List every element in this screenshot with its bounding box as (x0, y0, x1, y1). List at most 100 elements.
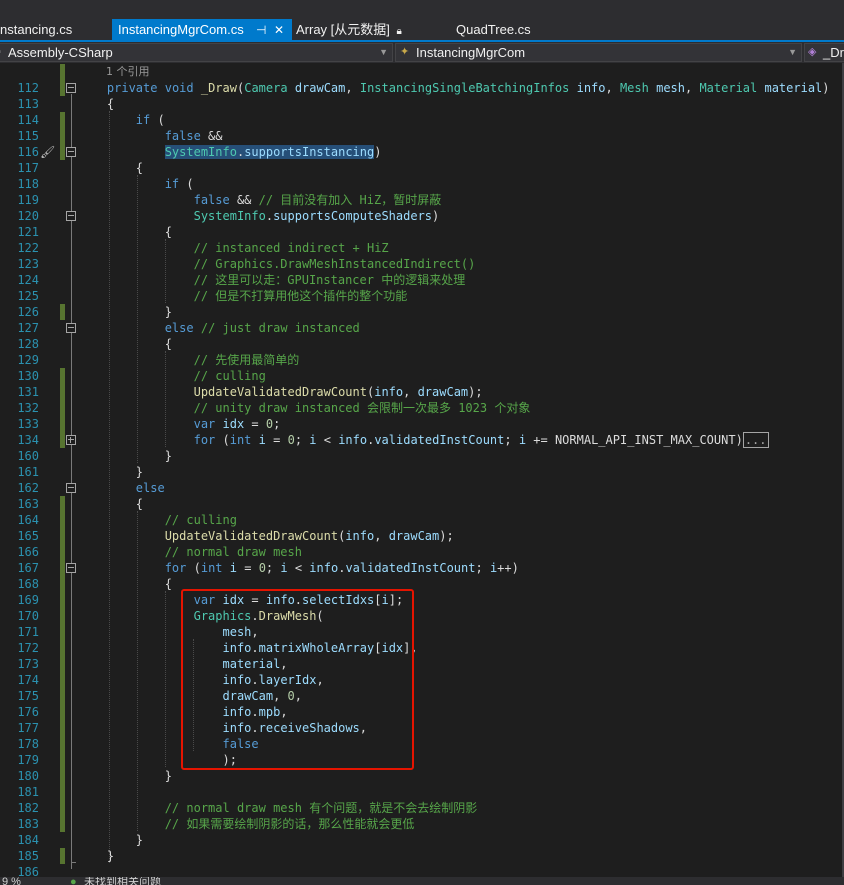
code-line: 117 { (0, 160, 844, 176)
change-marker (60, 512, 65, 528)
project-dropdown[interactable]: ▪ Assembly-CSharp ▼ (0, 43, 393, 62)
member-name: _Dra (823, 45, 844, 60)
change-marker (60, 592, 65, 608)
code-line: 169 var idx = info.selectIdxs[i]; (0, 592, 844, 608)
code-line: 174 info.layerIdx, (0, 672, 844, 688)
line-number: 120 (17, 209, 39, 223)
change-marker (60, 704, 65, 720)
fold-toggle[interactable] (66, 147, 76, 157)
code-line: 161 } (0, 464, 844, 480)
code-editor[interactable]: 1 个引用 112 private void _Draw(Camera draw… (0, 63, 844, 877)
code-line: 129 // 先使用最简单的 (0, 352, 844, 368)
fold-toggle[interactable] (66, 211, 76, 221)
editor-status-bar: 9 % ● 未找到相关问题 (0, 877, 844, 885)
change-marker (60, 128, 65, 144)
code-line: 166 // normal draw mesh (0, 544, 844, 560)
code-text: SystemInfo.supportsInstancing) (164, 145, 382, 159)
line-number: 173 (17, 657, 39, 671)
line-number: 161 (17, 465, 39, 479)
line-number: 163 (17, 497, 39, 511)
code-line: 183 // 如果需要绘制阴影的话，那么性能就会更低 (0, 816, 844, 832)
code-line: 167 for (int i = 0; i < info.validatedIn… (0, 560, 844, 576)
change-marker (60, 688, 65, 704)
line-number: 121 (17, 225, 39, 239)
code-line: 119 false && // 目前没有加入 HiZ，暂时屏蔽 (0, 192, 844, 208)
reference-count-codelens[interactable]: 1 个引用 (78, 64, 150, 80)
code-line: 160 } (0, 448, 844, 464)
change-marker (60, 816, 65, 832)
code-text: false && (164, 129, 223, 143)
line-number: 167 (17, 561, 39, 575)
tab-instancingmgrcom-cs[interactable]: InstancingMgrCom.cs ⊣ ✕ (112, 19, 292, 41)
pin-icon[interactable]: ⊣ (256, 19, 266, 41)
project-name: Assembly-CSharp (8, 45, 113, 60)
line-number: 164 (17, 513, 39, 527)
code-text: // 但是不打算用他这个插件的整个功能 (193, 289, 408, 303)
code-text: { (78, 225, 172, 239)
member-dropdown[interactable]: ◈ _Dra (804, 43, 844, 62)
code-line: 114 if ( (0, 112, 844, 128)
tab-quadtree-cs[interactable]: QuadTree.cs (452, 19, 572, 41)
issues-indicator[interactable]: 未找到相关问题 (84, 877, 161, 885)
change-marker (60, 752, 65, 768)
code-text: else // just draw instanced (164, 321, 360, 335)
code-text: { (78, 337, 172, 351)
code-line: 116 🖌︎ SystemInfo.supportsInstancing) (0, 144, 844, 160)
fold-toggle[interactable] (66, 483, 76, 493)
code-text: { (78, 161, 144, 175)
quick-actions-brush-icon[interactable]: 🖌︎ (40, 144, 55, 160)
code-line: 121 { (0, 224, 844, 240)
tab-instancing-cs[interactable]: nstancing.cs (0, 19, 112, 41)
change-marker (60, 720, 65, 736)
code-line: 113 { (0, 96, 844, 112)
document-tab-strip: nstancing.cs InstancingMgrCom.cs ⊣ ✕ Arr… (0, 0, 844, 42)
code-text: for (int i = 0; i < info.validatedInstCo… (164, 561, 519, 575)
close-icon[interactable]: ✕ (274, 19, 284, 41)
line-number: 176 (17, 705, 39, 719)
code-text: } (78, 305, 172, 319)
class-dropdown[interactable]: ✦ InstancingMgrCom ▼ (395, 43, 802, 62)
line-number: 131 (17, 385, 39, 399)
change-marker (60, 80, 65, 96)
code-text: } (78, 849, 115, 863)
line-number: 184 (17, 833, 39, 847)
chevron-down-icon: ▼ (788, 47, 797, 57)
code-line: 180 } (0, 768, 844, 784)
fold-toggle[interactable] (66, 83, 76, 93)
tab-array-metadata[interactable]: Array [从元数据] 🔒︎ (292, 19, 452, 41)
line-number: 114 (17, 113, 39, 127)
code-line: 131 UpdateValidatedDrawCount(info, drawC… (0, 384, 844, 400)
line-number: 122 (17, 241, 39, 255)
change-marker (60, 432, 65, 448)
highlight-annotation-box (181, 589, 414, 770)
fold-toggle[interactable] (66, 323, 76, 333)
line-number: 130 (17, 369, 39, 383)
line-number: 171 (17, 625, 39, 639)
code-text: // 这里可以走：GPUInstancer 中的逻辑来处理 (193, 273, 466, 287)
zoom-level[interactable]: 9 % (2, 877, 21, 885)
change-marker (60, 672, 65, 688)
line-number: 118 (17, 177, 39, 191)
expand-toggle[interactable] (66, 435, 76, 445)
change-marker (60, 800, 65, 816)
change-marker (60, 64, 65, 80)
line-number: 112 (17, 81, 39, 95)
fold-toggle[interactable] (66, 563, 76, 573)
code-line: 163 { (0, 496, 844, 512)
code-text: private void _Draw(Camera drawCam, Insta… (106, 81, 830, 95)
code-text: // culling (164, 513, 237, 527)
line-number: 172 (17, 641, 39, 655)
code-line: 177 info.receiveShadows, (0, 720, 844, 736)
code-text: } (78, 833, 144, 847)
code-line: 162 else (0, 480, 844, 496)
change-marker (60, 640, 65, 656)
line-number: 127 (17, 321, 39, 335)
code-line: 181 (0, 784, 844, 800)
code-text: var idx = 0; (193, 417, 281, 431)
line-number: 174 (17, 673, 39, 687)
code-line: 170 Graphics.DrawMesh( (0, 608, 844, 624)
collapsed-block-indicator[interactable]: ... (742, 432, 769, 448)
change-marker (60, 784, 65, 800)
code-line: 168 { (0, 576, 844, 592)
change-marker (60, 304, 65, 320)
